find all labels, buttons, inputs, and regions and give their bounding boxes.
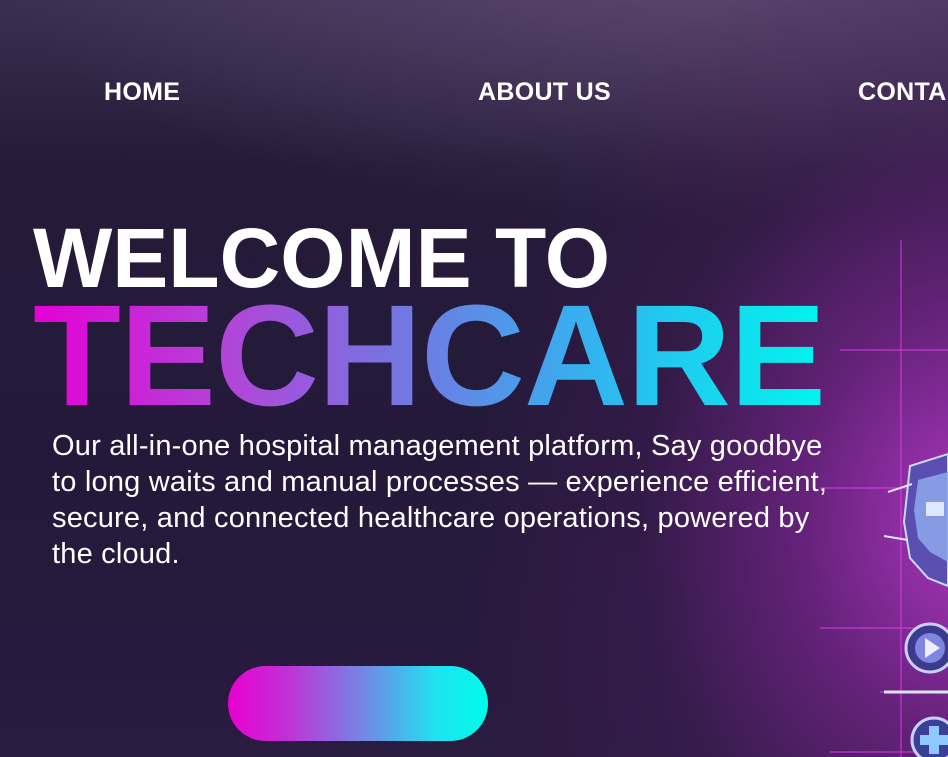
nav-about-link[interactable]: ABOUT US (478, 78, 611, 107)
top-navigation: HOME ABOUT US CONTA (0, 78, 948, 110)
medical-shield-icon (883, 452, 948, 588)
medical-cross-icon (910, 716, 948, 757)
play-circle-icon (884, 622, 948, 694)
hero-tagline: Our all-in-one hospital management platf… (52, 430, 828, 570)
nav-contact-link[interactable]: CONTA (858, 78, 947, 107)
hero-cta-button[interactable] (228, 666, 488, 741)
nav-home-link[interactable]: HOME (104, 78, 180, 107)
tech-illustration (820, 240, 948, 757)
hero-brand-title: TECHCARE (33, 275, 826, 436)
